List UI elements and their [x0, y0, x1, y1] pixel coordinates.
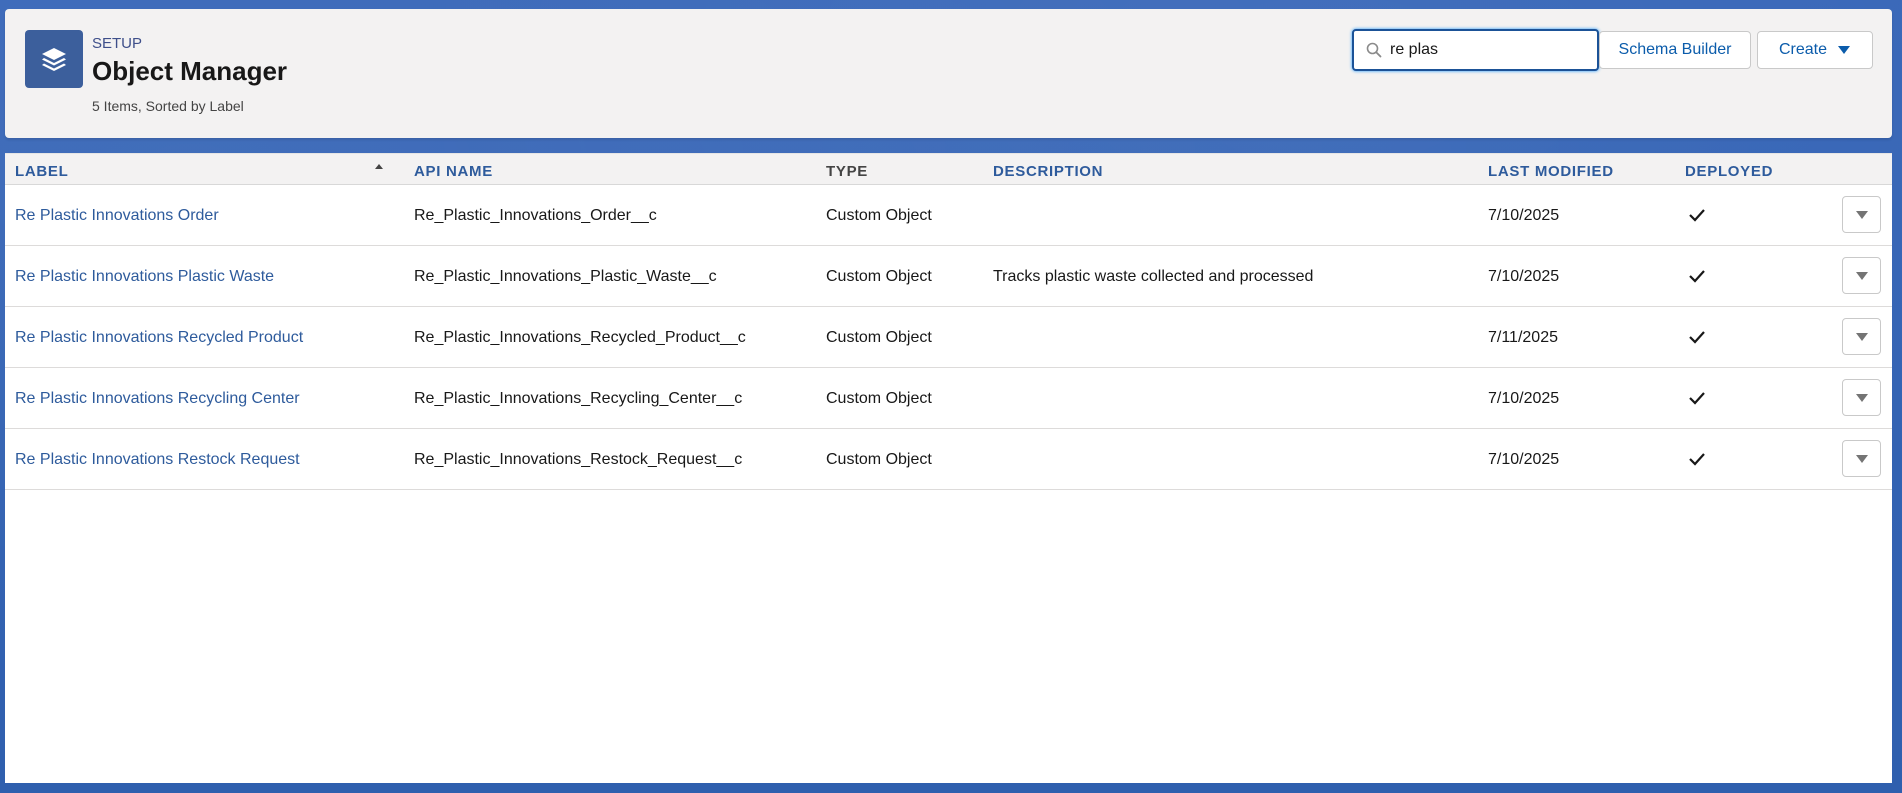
column-header-last-modified[interactable]: LAST MODIFIED [1488, 163, 1614, 180]
description-cell: Tracks plastic waste collected and proce… [993, 268, 1314, 285]
chevron-down-icon [1855, 454, 1868, 463]
object-label-link[interactable]: Re Plastic Innovations Restock Request [15, 451, 300, 469]
column-header-label[interactable]: LABEL [15, 163, 69, 180]
type-cell: Custom Object [826, 207, 932, 224]
object-label-link[interactable]: Re Plastic Innovations Recycled Product [15, 329, 303, 347]
table-row: Re Plastic Innovations Restock Request R… [5, 429, 1892, 490]
column-header-api-name[interactable]: API NAME [414, 163, 493, 180]
type-cell: Custom Object [826, 329, 932, 346]
api-name-cell: Re_Plastic_Innovations_Recycled_Product_… [414, 329, 746, 346]
page-title: Object Manager [92, 56, 288, 86]
type-cell: Custom Object [826, 268, 932, 285]
chevron-down-icon [1855, 271, 1868, 280]
row-actions-button[interactable] [1842, 440, 1881, 477]
type-cell: Custom Object [826, 451, 932, 468]
create-button[interactable]: Create [1757, 31, 1873, 69]
schema-builder-label: Schema Builder [1618, 41, 1732, 58]
row-actions-button[interactable] [1842, 379, 1881, 416]
layers-icon [25, 30, 83, 88]
setup-shell: SETUP Object Manager 5 Items, Sorted by … [5, 9, 1892, 783]
objects-table: LABEL API NAME TYPE DESCRIPTION LAST MOD… [5, 153, 1892, 783]
search-icon [1366, 42, 1382, 58]
last-modified-cell: 7/10/2025 [1488, 207, 1560, 224]
checkmark-icon [1689, 209, 1705, 222]
table-header-row: LABEL API NAME TYPE DESCRIPTION LAST MOD… [5, 154, 1892, 185]
checkmark-icon [1689, 453, 1705, 466]
row-actions-button[interactable] [1842, 257, 1881, 294]
object-label-link[interactable]: Re Plastic Innovations Recycling Center [15, 390, 300, 408]
chevron-down-icon [1855, 332, 1868, 341]
last-modified-cell: 7/10/2025 [1488, 390, 1560, 407]
column-header-deployed[interactable]: DEPLOYED [1685, 163, 1773, 180]
page-header: SETUP Object Manager 5 Items, Sorted by … [5, 9, 1892, 138]
row-actions-button[interactable] [1842, 196, 1881, 233]
checkmark-icon [1689, 392, 1705, 405]
api-name-cell: Re_Plastic_Innovations_Plastic_Waste__c [414, 268, 717, 285]
column-header-type: TYPE [826, 163, 868, 180]
table-row: Re Plastic Innovations Plastic Waste Re_… [5, 246, 1892, 307]
create-label: Create [1778, 41, 1828, 58]
setup-breadcrumb[interactable]: SETUP [92, 35, 142, 52]
checkmark-icon [1689, 331, 1705, 344]
api-name-cell: Re_Plastic_Innovations_Restock_Request__… [414, 451, 743, 468]
quick-find-search[interactable] [1352, 29, 1599, 71]
type-cell: Custom Object [826, 390, 932, 407]
row-actions-button[interactable] [1842, 318, 1881, 355]
table-row: Re Plastic Innovations Order Re_Plastic_… [5, 185, 1892, 246]
column-header-description[interactable]: DESCRIPTION [993, 163, 1103, 180]
last-modified-cell: 7/10/2025 [1488, 268, 1560, 285]
api-name-cell: Re_Plastic_Innovations_Recycling_Center_… [414, 390, 743, 407]
chevron-down-icon [1838, 46, 1851, 54]
items-summary: 5 Items, Sorted by Label [92, 98, 244, 114]
table-row: Re Plastic Innovations Recycling Center … [5, 368, 1892, 429]
checkmark-icon [1689, 270, 1705, 283]
last-modified-cell: 7/10/2025 [1488, 451, 1560, 468]
table-row: Re Plastic Innovations Recycled Product … [5, 307, 1892, 368]
object-label-link[interactable]: Re Plastic Innovations Plastic Waste [15, 268, 274, 286]
api-name-cell: Re_Plastic_Innovations_Order__c [414, 207, 657, 224]
search-input[interactable] [1390, 41, 1590, 59]
object-label-link[interactable]: Re Plastic Innovations Order [15, 207, 219, 225]
chevron-down-icon [1855, 393, 1868, 402]
chevron-down-icon [1855, 210, 1868, 219]
last-modified-cell: 7/11/2025 [1488, 329, 1558, 346]
sort-ascending-icon[interactable] [373, 162, 385, 172]
schema-builder-button[interactable]: Schema Builder [1599, 31, 1751, 69]
